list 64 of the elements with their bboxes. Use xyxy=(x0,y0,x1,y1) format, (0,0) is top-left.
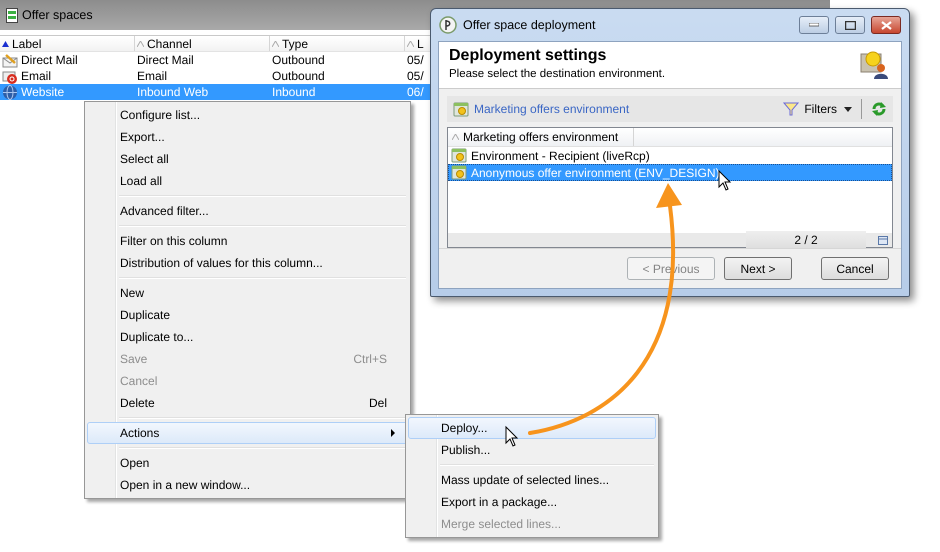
maximize-icon xyxy=(844,20,856,30)
grid-icon[interactable] xyxy=(878,236,888,244)
menu-item[interactable]: Filter on this column xyxy=(87,230,408,252)
minimize-icon xyxy=(809,23,819,27)
filters-button[interactable]: Filters xyxy=(804,100,852,118)
table-cell-text: Direct Mail xyxy=(137,52,194,69)
table-cell-text: 05/ xyxy=(407,68,424,85)
menu-item[interactable]: Duplicate to... xyxy=(87,326,408,348)
shortcut-text: Ctrl+S xyxy=(353,351,387,368)
menu-item[interactable]: Advanced filter... xyxy=(87,200,408,222)
record-count: 2 / 2 xyxy=(746,231,866,249)
refresh-icon[interactable] xyxy=(871,101,887,117)
document-icon xyxy=(6,8,18,22)
menu-item[interactable]: Distribution of values for this column... xyxy=(87,252,408,274)
table-row[interactable]: Email Email Outbound 05/ xyxy=(0,68,440,84)
dialog-button[interactable]: Cancel xyxy=(821,257,889,280)
window-title: Offer space deployment xyxy=(463,16,596,34)
menu-item[interactable]: Export in a package... xyxy=(408,491,656,513)
table-cell-text: Outbound xyxy=(272,68,325,85)
table-cell-text: Inbound xyxy=(272,84,316,101)
table-cell-text: Email xyxy=(137,68,168,85)
cursor-icon xyxy=(506,426,518,447)
table-cell-text: Direct Mail xyxy=(21,52,78,69)
table-row[interactable]: Direct Mail Direct Mail Outbound 05/ xyxy=(0,52,440,68)
caret-icon xyxy=(844,106,852,112)
cursor-icon xyxy=(718,170,732,191)
maximize-button[interactable] xyxy=(835,16,865,34)
menu-item[interactable]: Open in a new window... xyxy=(87,474,408,496)
filter-icon xyxy=(783,102,800,116)
folder-link[interactable]: Marketing offers environment xyxy=(474,100,630,118)
menu-item[interactable]: Mass update of selected lines... xyxy=(408,469,656,491)
menu-item[interactable]: Export... xyxy=(87,126,408,148)
menu-item[interactable]: Load all xyxy=(87,170,408,192)
table-cell-text: Website xyxy=(21,84,64,101)
list-item[interactable]: Environment - Recipient (liveRcp) xyxy=(448,147,892,164)
environment-icon xyxy=(453,102,469,116)
table-cell-text: 06/ xyxy=(407,84,424,101)
shortcut-text: Del xyxy=(368,395,387,412)
environment-icon xyxy=(451,165,467,180)
menu-item[interactable]: New xyxy=(87,282,408,304)
table-cell-text: 05/ xyxy=(407,52,424,69)
table-cell-text: Outbound xyxy=(272,52,325,69)
column-header[interactable]: Channel xyxy=(135,36,270,51)
close-icon xyxy=(880,20,892,30)
table-cell-text: Inbound Web xyxy=(137,84,208,101)
close-button[interactable] xyxy=(871,16,901,34)
menu-item[interactable]: Actions xyxy=(87,422,408,444)
window-title: Offer spaces xyxy=(22,6,93,24)
menu-item[interactable]: Publish... xyxy=(408,439,656,461)
menu-item[interactable]: Open xyxy=(87,452,408,474)
dialog-heading: Deployment settings xyxy=(449,46,608,66)
column-header[interactable]: Type xyxy=(270,36,405,51)
dialog-button[interactable]: Next > xyxy=(724,257,792,280)
table-cell-text: Email xyxy=(21,68,52,85)
menu-item[interactable]: Duplicate xyxy=(87,304,408,326)
menu-item[interactable]: Deploy... xyxy=(408,417,656,439)
menu-item[interactable]: Delete Del xyxy=(87,392,408,414)
column-header[interactable]: Label xyxy=(0,36,135,51)
dialog-subheading: Please select the destination environment. xyxy=(449,67,666,82)
minimize-button[interactable] xyxy=(799,16,829,34)
menu-item[interactable]: Configure list... xyxy=(87,104,408,126)
app-icon xyxy=(439,16,457,34)
menu-item[interactable]: Select all xyxy=(87,148,408,170)
globe-icon xyxy=(2,84,18,100)
